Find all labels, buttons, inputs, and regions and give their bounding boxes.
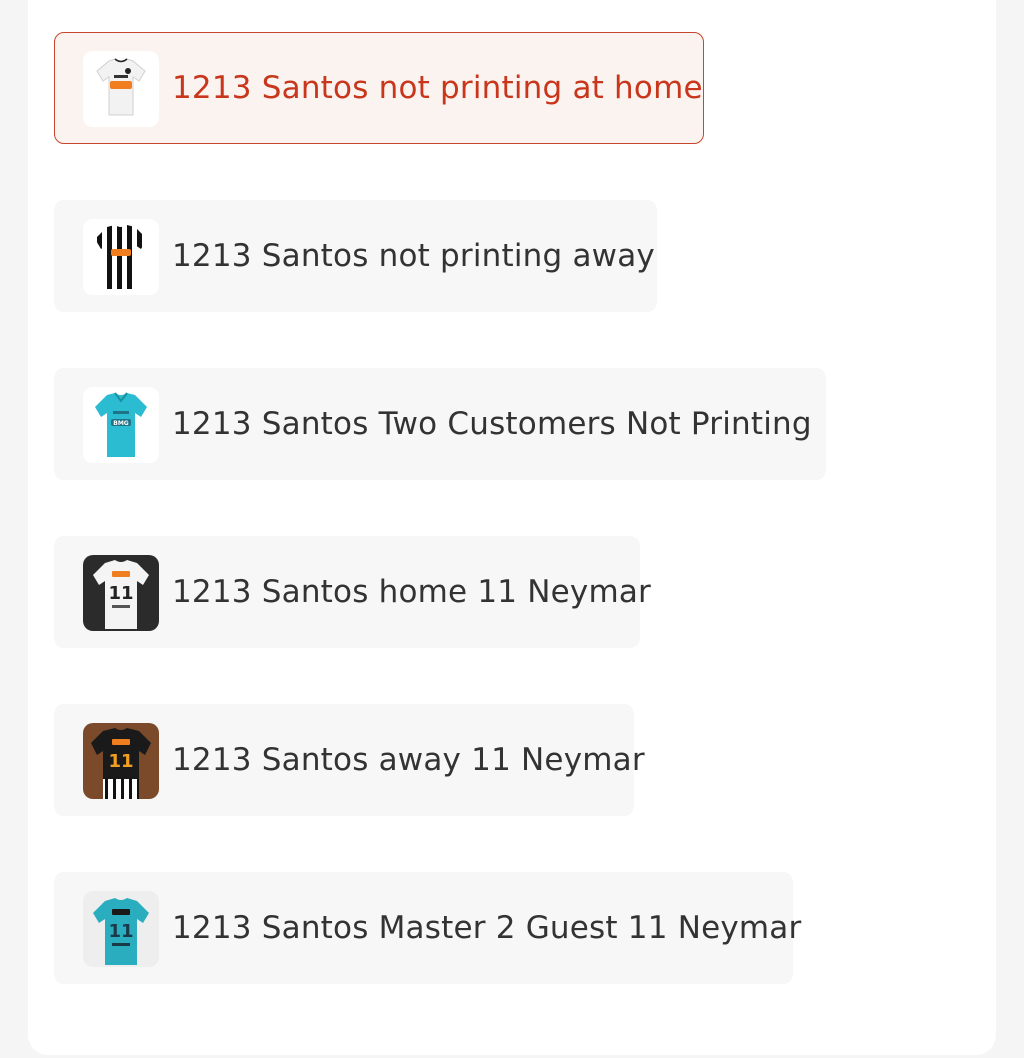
variant-option-away-no-print[interactable]: 1213 Santos not printing away — [54, 200, 657, 312]
santos-away-striped-jersey-thumbnail — [83, 219, 159, 295]
variant-option-label: 1213 Santos Two Customers Not Printing — [172, 406, 812, 442]
variant-option-home-neymar[interactable]: 11 1213 Santos home 11 Neymar — [54, 536, 651, 648]
santos-third-blue-jersey-thumbnail: BMG — [83, 387, 159, 463]
variant-option-away-neymar[interactable]: 11 1213 Santos away 11 Neymar — [54, 704, 645, 816]
variant-option-third-neymar[interactable]: 11 1213 Santos Master 2 Guest 11 Neymar — [54, 872, 801, 984]
svg-text:BMG: BMG — [113, 420, 129, 427]
svg-text:11: 11 — [108, 583, 133, 604]
svg-text:11: 11 — [108, 921, 133, 942]
variant-option-label: 1213 Santos Master 2 Guest 11 Neymar — [172, 910, 802, 946]
santos-home-white-jersey-thumbnail — [83, 51, 159, 127]
santos-home-neymar-jersey-thumbnail: 11 — [83, 555, 159, 631]
variant-option-home-no-print[interactable]: 1213 Santos not printing at home — [54, 32, 704, 144]
variant-option-label: 1213 Santos away 11 Neymar — [172, 742, 645, 778]
santos-third-neymar-jersey-thumbnail: 11 — [83, 891, 159, 967]
variant-option-label: 1213 Santos home 11 Neymar — [172, 574, 651, 610]
variant-option-label: 1213 Santos not printing at home — [172, 70, 703, 106]
variant-option-label: 1213 Santos not printing away — [172, 238, 655, 274]
santos-away-neymar-jersey-thumbnail: 11 — [83, 723, 159, 799]
svg-text:11: 11 — [108, 751, 133, 772]
variant-option-third-no-print[interactable]: BMG 1213 Santos Two Customers Not Printi… — [54, 368, 826, 480]
